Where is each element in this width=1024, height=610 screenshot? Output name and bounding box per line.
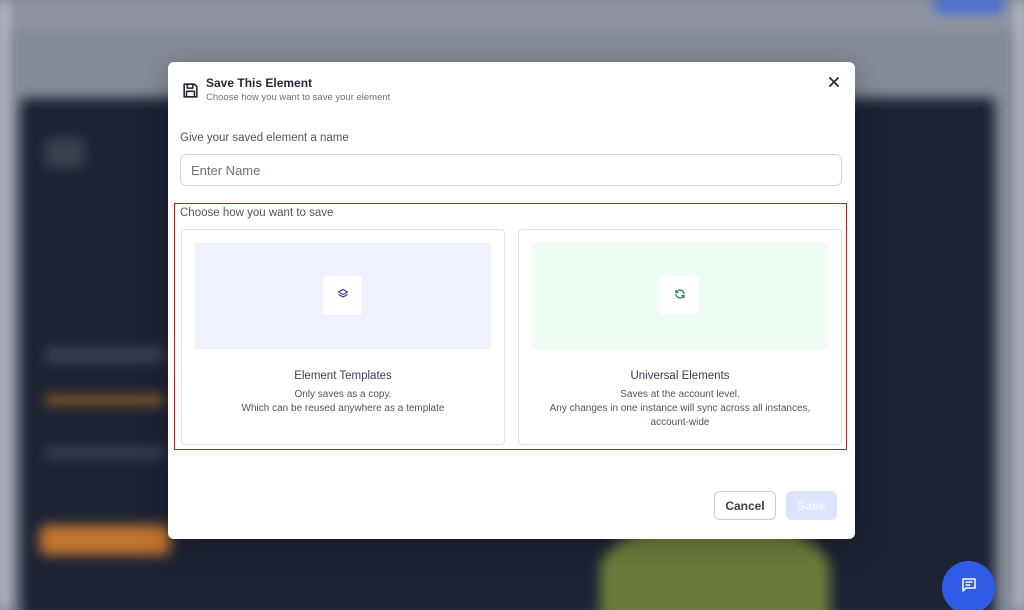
background-top-button [934, 0, 1004, 14]
option-description-line: Only saves as a copy. [294, 389, 392, 400]
save-button[interactable]: Save [786, 491, 837, 520]
close-button[interactable] [825, 74, 843, 92]
background-text-block [45, 448, 165, 458]
option-description-line: Saves at the account level. [620, 389, 740, 400]
option-element-templates[interactable]: Element Templates Only saves as a copy. … [181, 229, 505, 445]
background-text-block [45, 348, 165, 362]
background-topbar [0, 0, 1024, 30]
option-description-line: Which can be reused anywhere as a templa… [241, 403, 445, 414]
save-type-selector: Choose how you want to save Element Temp… [174, 203, 847, 450]
option-title: Universal Elements [630, 370, 730, 382]
save-element-dialog: Save This Element Choose how you want to… [168, 62, 855, 539]
close-icon [829, 74, 839, 92]
dialog-title: Save This Element [206, 76, 313, 90]
icon-tile [660, 276, 699, 315]
option-preview [532, 243, 828, 349]
option-description: Only saves as a copy. Which can be reuse… [202, 388, 484, 416]
option-preview [195, 243, 491, 349]
layers-icon [337, 287, 349, 305]
background-text-block [45, 395, 165, 405]
cancel-button[interactable]: Cancel [714, 491, 776, 520]
chat-icon [960, 576, 978, 599]
name-input[interactable] [180, 154, 842, 186]
save-icon [181, 81, 200, 100]
icon-tile [323, 276, 362, 315]
background-logo [45, 138, 85, 168]
background-edge-left [0, 0, 6, 610]
background-button [40, 525, 170, 555]
background-edge-right [1018, 0, 1024, 610]
option-universal-elements[interactable]: Universal Elements Saves at the account … [518, 229, 842, 445]
option-description-line: Any changes in one instance will sync ac… [549, 403, 811, 428]
dialog-subtitle: Choose how you want to save your element [206, 92, 391, 103]
save-type-label: Choose how you want to save [180, 207, 334, 219]
sync-icon [674, 287, 686, 305]
name-field-label: Give your saved element a name [180, 132, 349, 144]
option-title: Element Templates [294, 370, 392, 382]
chat-button[interactable] [942, 561, 995, 610]
option-description: Saves at the account level. Any changes … [539, 388, 821, 430]
